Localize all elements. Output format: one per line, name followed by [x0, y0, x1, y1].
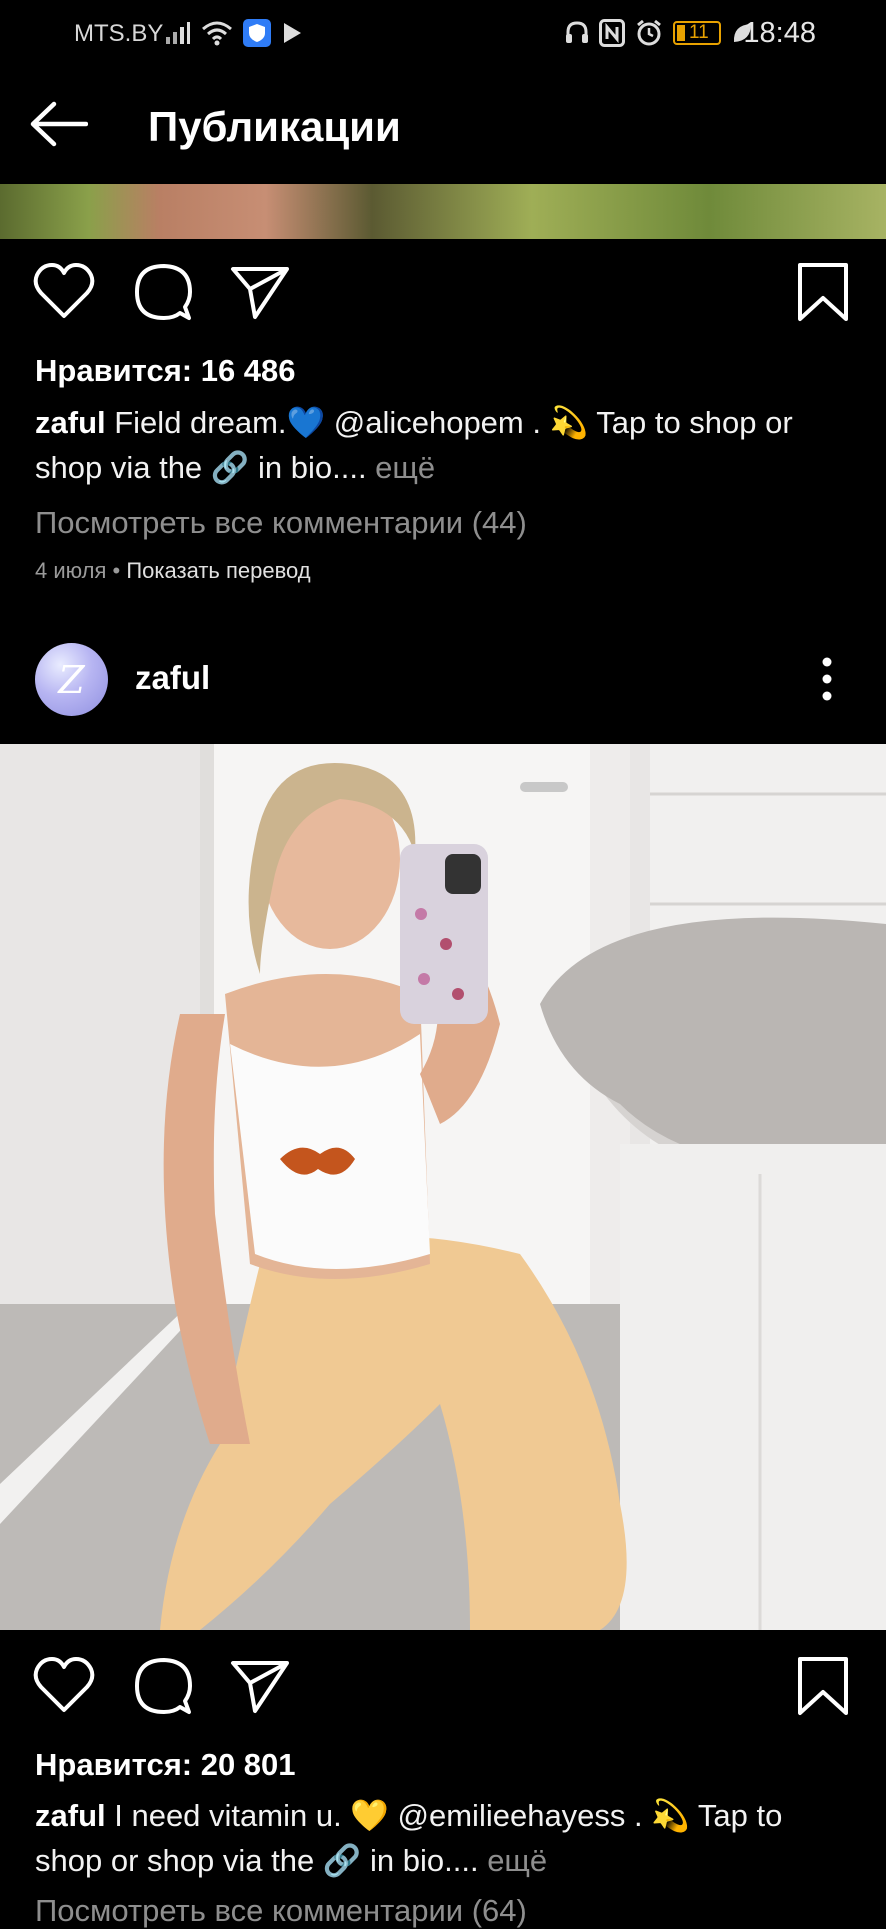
post-caption[interactable]: zaful Field dream.💙 @alicehopem . 💫 Tap …	[35, 400, 855, 490]
view-comments-link[interactable]: Посмотреть все комментарии (64)	[35, 1893, 527, 1929]
page-title: Публикации	[148, 103, 401, 150]
caption-username[interactable]: zaful	[35, 405, 106, 440]
bookmark-icon[interactable]	[797, 1656, 849, 1716]
clock: 18:48	[743, 17, 816, 49]
nfc-icon	[599, 19, 625, 47]
status-icons-right: 11	[565, 18, 753, 48]
avatar[interactable]: Z	[35, 643, 108, 716]
post-actions-1	[0, 262, 886, 322]
heart-icon[interactable]	[33, 262, 95, 320]
signal-icon	[166, 22, 190, 44]
avatar-letter: Z	[58, 657, 85, 702]
caption-more[interactable]: ещё	[479, 1843, 547, 1878]
caption-username[interactable]: zaful	[35, 1798, 106, 1833]
alarm-icon	[637, 19, 661, 46]
photo-illustration	[0, 744, 886, 1630]
post-username[interactable]: zaful	[135, 659, 210, 697]
app-bar	[0, 66, 886, 184]
share-icon[interactable]	[229, 264, 291, 320]
heart-icon[interactable]	[33, 1656, 95, 1714]
post-caption[interactable]: zaful I need vitamin u. 💛 @emilieehayess…	[35, 1793, 855, 1883]
post-image[interactable]	[0, 744, 886, 1630]
comment-icon[interactable]	[133, 1656, 193, 1716]
status-icons-left	[165, 18, 303, 48]
battery-level: 11	[689, 22, 709, 43]
battery-icon: 11	[673, 21, 721, 45]
post-actions-2	[0, 1656, 886, 1716]
post-image-previous[interactable]	[0, 184, 886, 239]
more-vertical-icon[interactable]	[817, 656, 837, 702]
likes-count[interactable]: Нравится: 16 486	[35, 353, 296, 389]
shield-app-icon	[243, 19, 271, 47]
post-meta: 4 июля • Показать перевод	[35, 558, 311, 583]
play-icon	[284, 23, 301, 43]
wifi-icon	[202, 21, 232, 46]
comment-icon[interactable]	[133, 262, 193, 322]
carrier-label: MTS.BY	[74, 20, 164, 47]
caption-text: I need vitamin u. 💛 @emilieehayess . 💫 T…	[35, 1798, 783, 1878]
likes-count[interactable]: Нравится: 20 801	[35, 1747, 296, 1783]
headset-icon	[566, 21, 588, 43]
show-translation-link[interactable]: Показать перевод	[126, 558, 310, 583]
share-icon[interactable]	[229, 1658, 291, 1714]
post-date: 4 июля	[35, 558, 107, 583]
bookmark-icon[interactable]	[797, 262, 849, 322]
back-arrow-icon[interactable]	[28, 98, 88, 150]
caption-more[interactable]: ещё	[367, 450, 435, 485]
view-comments-link[interactable]: Посмотреть все комментарии (44)	[35, 505, 527, 541]
